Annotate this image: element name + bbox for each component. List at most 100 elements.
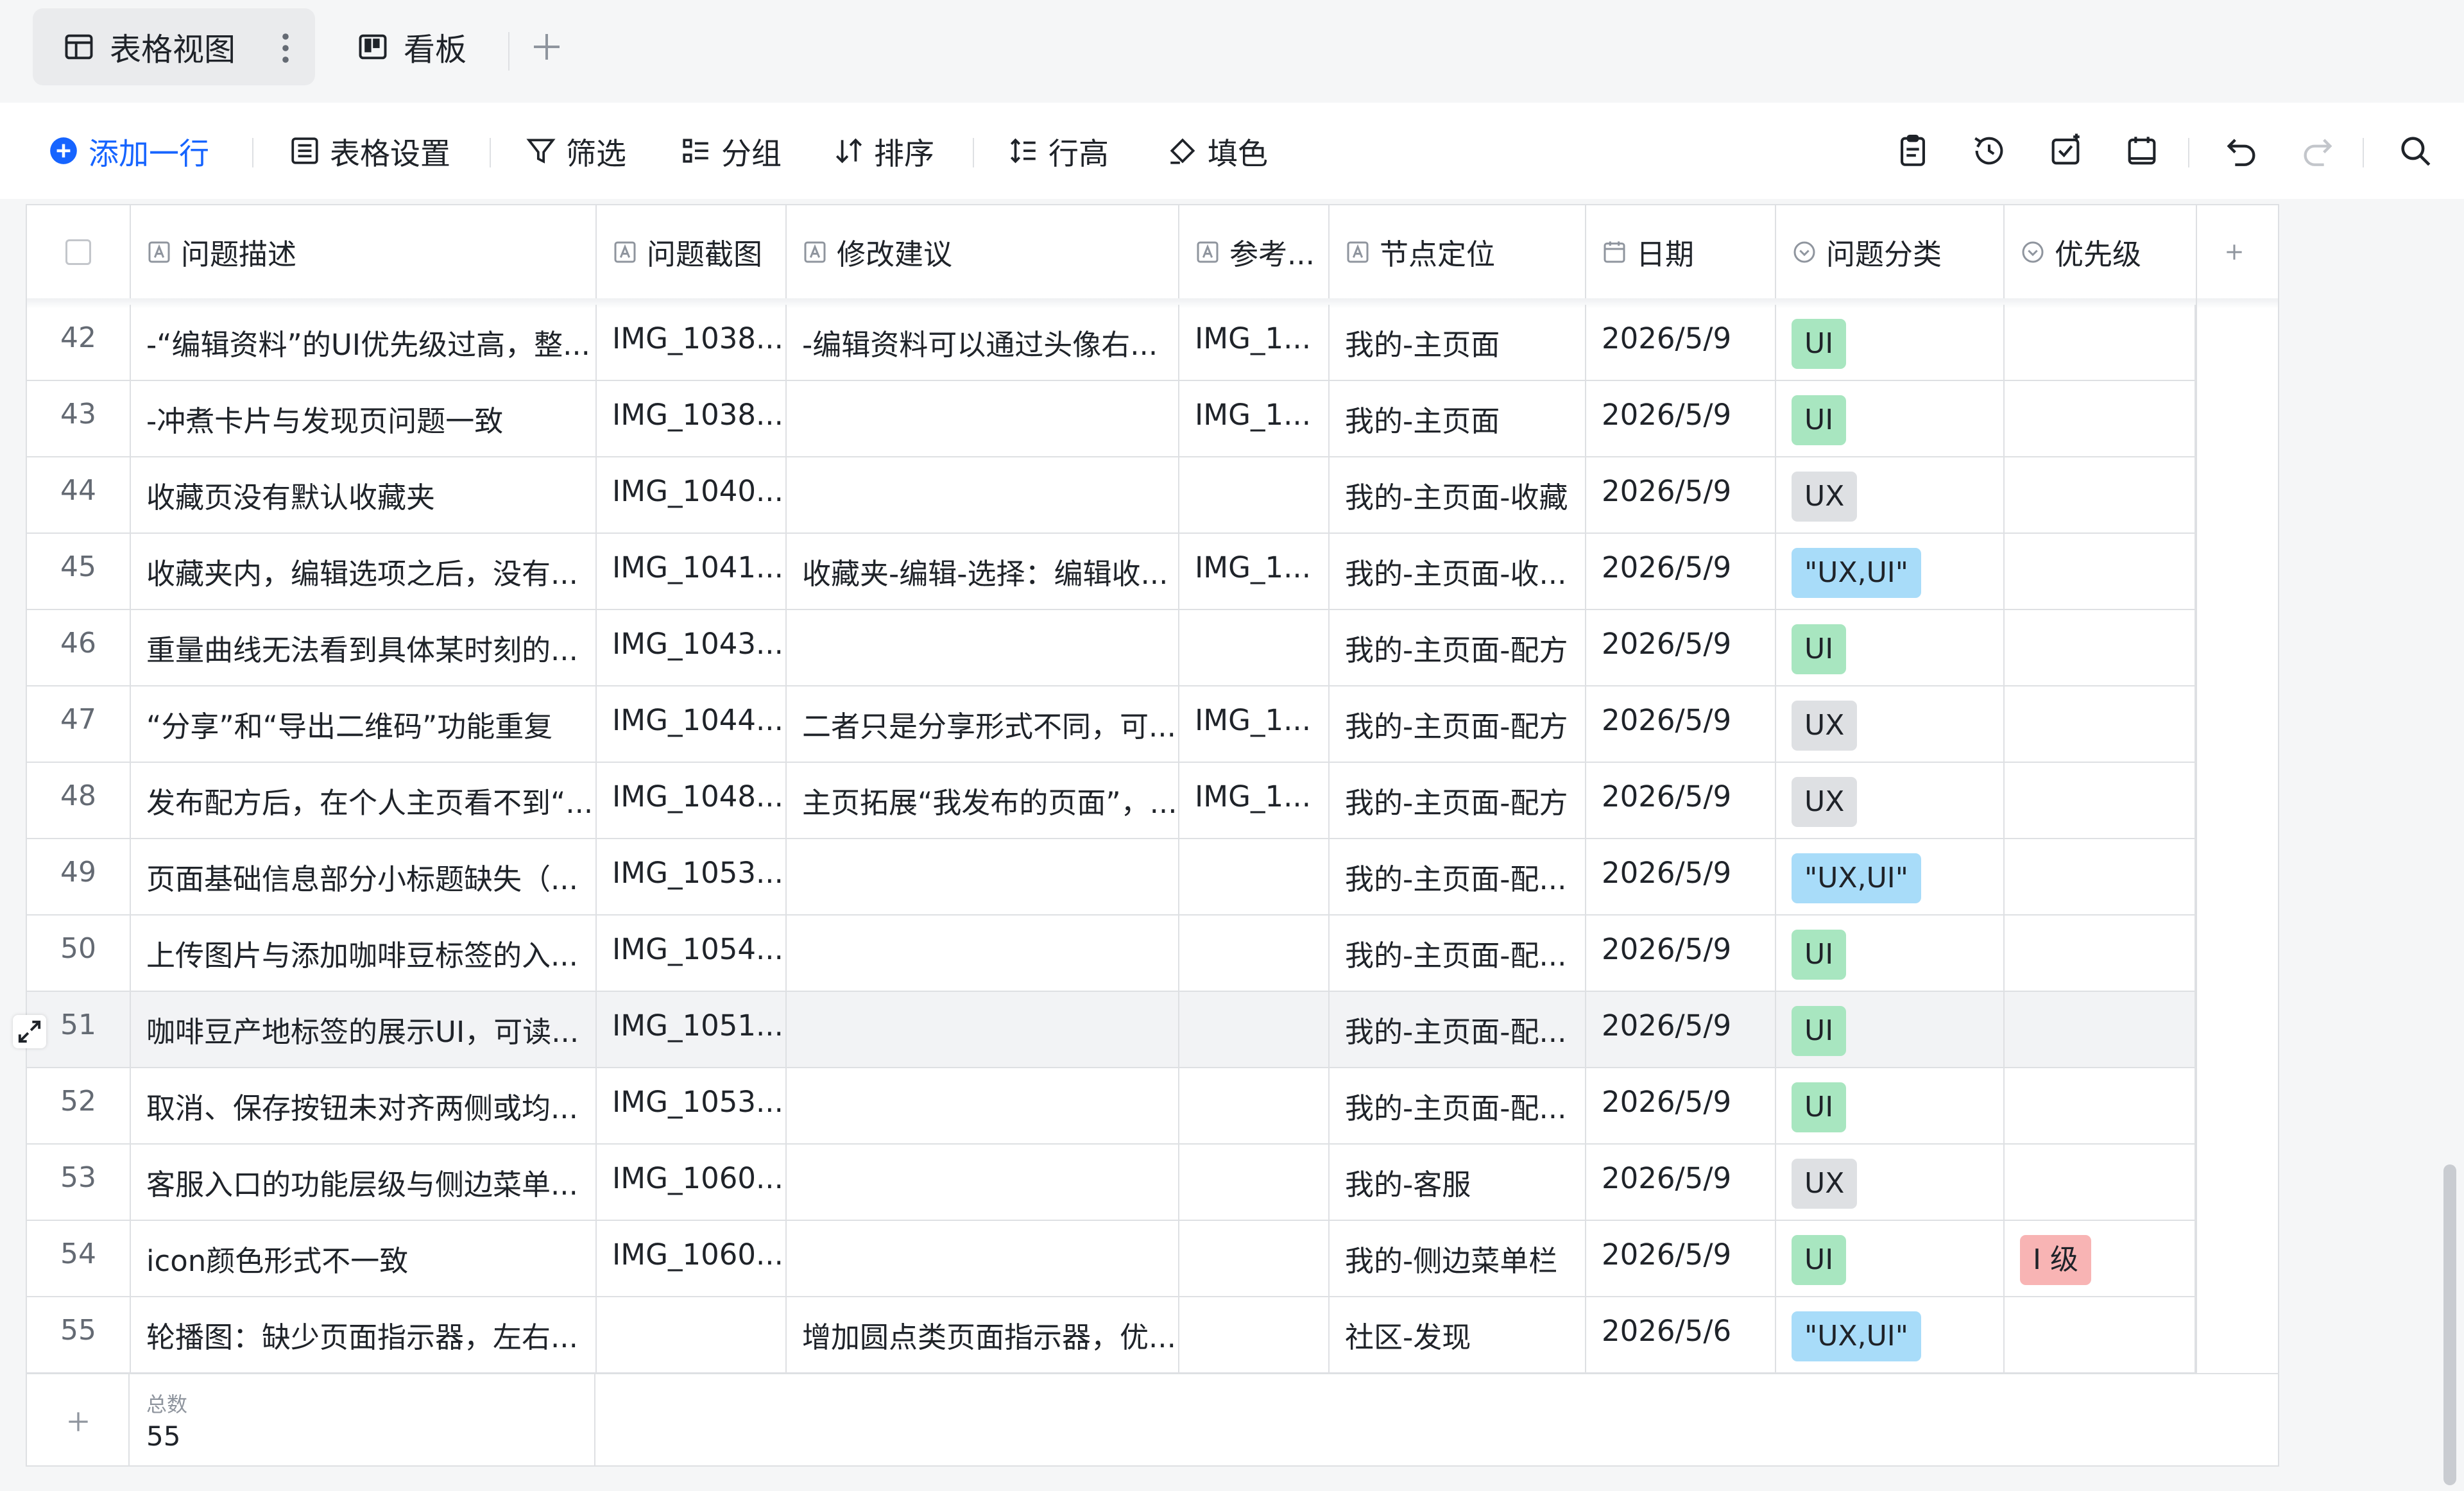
cell-reference[interactable] (1179, 610, 1330, 685)
cell-reference[interactable] (1179, 1145, 1330, 1220)
cell-screenshot[interactable]: IMG_1044... (597, 686, 787, 762)
cell-description[interactable]: 重量曲线无法看到具体某时刻的... (131, 610, 597, 685)
tab-table-view[interactable]: 表格视图 (33, 8, 315, 85)
cell-description[interactable]: 轮播图：缺少页面指示器，左右... (131, 1297, 597, 1372)
cell-priority[interactable] (2005, 992, 2196, 1067)
check-task-icon[interactable] (2047, 132, 2084, 169)
more-options-icon[interactable] (282, 33, 289, 64)
add-row-footer-button[interactable] (27, 1374, 130, 1465)
cell-suggestion[interactable]: -编辑资料可以通过头像右... (787, 305, 1179, 380)
cell-node[interactable]: 我的-主页面-收... (1330, 534, 1586, 609)
table-row[interactable]: 49 页面基础信息部分小标题缺失（... IMG_1053... 我的-主页面-配..… (27, 839, 2196, 916)
table-row[interactable]: 53 客服入口的功能层级与侧边菜单... IMG_1060... 我的-客服 2026/… (27, 1145, 2196, 1221)
cell-node[interactable]: 我的-主页面-配... (1330, 1068, 1586, 1143)
cell-description[interactable]: 上传图片与添加咖啡豆标签的入... (131, 916, 597, 991)
row-number[interactable]: 44 (27, 457, 131, 532)
cell-date[interactable]: 2026/5/9 (1586, 1221, 1776, 1296)
table-row[interactable]: 51 咖啡豆产地标签的展示UI，可读... IMG_1051... 我的-主页面-配.… (27, 992, 2196, 1068)
column-header-reference[interactable]: 参考... (1179, 205, 1330, 298)
cell-category[interactable]: "UX,UI" (1776, 839, 2005, 914)
select-all-checkbox[interactable] (65, 239, 91, 265)
cell-screenshot[interactable] (597, 1297, 787, 1372)
cell-description[interactable]: 发布配方后，在个人主页看不到“... (131, 763, 597, 838)
cell-category[interactable]: UX (1776, 763, 2005, 838)
row-number[interactable]: 43 (27, 381, 131, 456)
cell-node[interactable]: 我的-客服 (1330, 1145, 1586, 1220)
cell-description[interactable]: icon颜色形式不一致 (131, 1221, 597, 1296)
cell-screenshot[interactable]: IMG_1053... (597, 1068, 787, 1143)
cell-description[interactable]: 页面基础信息部分小标题缺失（... (131, 839, 597, 914)
cell-description[interactable]: 咖啡豆产地标签的展示UI，可读... (131, 992, 597, 1067)
cell-description[interactable]: 客服入口的功能层级与侧边菜单... (131, 1145, 597, 1220)
redo-icon[interactable] (2299, 132, 2336, 169)
table-row[interactable]: 55 轮播图：缺少页面指示器，左右... 增加圆点类页面指示器，优... 社区-发现 2… (27, 1297, 2196, 1374)
table-row[interactable]: 48 发布配方后，在个人主页看不到“... IMG_1048... 主页拓展“我发布的… (27, 763, 2196, 839)
cell-node[interactable]: 我的-主页面 (1330, 305, 1586, 380)
cell-suggestion[interactable]: 主页拓展“我发布的页面”，... (787, 763, 1179, 838)
cell-date[interactable]: 2026/5/9 (1586, 534, 1776, 609)
cell-description[interactable]: “分享”和“导出二维码”功能重复 (131, 686, 597, 762)
add-view-icon[interactable] (527, 28, 566, 66)
cell-date[interactable]: 2026/5/9 (1586, 610, 1776, 685)
cell-suggestion[interactable] (787, 457, 1179, 532)
row-number[interactable]: 54 (27, 1221, 131, 1296)
table-row[interactable]: 52 取消、保存按钮未对齐两侧或均... IMG_1053... 我的-主页面-配..… (27, 1068, 2196, 1145)
row-number[interactable]: 47 (27, 686, 131, 762)
cell-suggestion[interactable] (787, 916, 1179, 991)
cell-node[interactable]: 我的-主页面-配... (1330, 916, 1586, 991)
tab-kanban[interactable]: 看板 (350, 8, 504, 85)
table-settings-button[interactable]: 表格设置 (289, 132, 450, 172)
cell-category[interactable]: UX (1776, 686, 2005, 762)
undo-icon[interactable] (2223, 132, 2260, 169)
row-number[interactable]: 46 (27, 610, 131, 685)
cell-screenshot[interactable]: IMG_1041... (597, 534, 787, 609)
cell-date[interactable]: 2026/5/9 (1586, 305, 1776, 380)
cell-priority[interactable] (2005, 916, 2196, 991)
search-icon[interactable] (2397, 132, 2434, 169)
cell-screenshot[interactable]: IMG_1038... (597, 381, 787, 456)
group-button[interactable]: 分组 (680, 132, 782, 172)
cell-node[interactable]: 我的-主页面-配方 (1330, 763, 1586, 838)
cell-reference[interactable]: IMG_1... (1179, 305, 1330, 380)
cell-suggestion[interactable] (787, 1145, 1179, 1220)
table-row[interactable]: 45 收藏夹内，编辑选项之后，没有... IMG_1041... 收藏夹-编辑-选择：… (27, 534, 2196, 610)
cell-date[interactable]: 2026/5/9 (1586, 457, 1776, 532)
table-row[interactable]: 50 上传图片与添加咖啡豆标签的入... IMG_1054... 我的-主页面-配..… (27, 916, 2196, 992)
cell-priority[interactable] (2005, 610, 2196, 685)
cell-screenshot[interactable]: IMG_1043... (597, 610, 787, 685)
fill-color-button[interactable]: 填色 (1167, 132, 1268, 172)
column-header-screenshot[interactable]: 问题截图 (597, 205, 787, 298)
cell-date[interactable]: 2026/5/9 (1586, 839, 1776, 914)
cell-category[interactable]: UI (1776, 381, 2005, 456)
cell-reference[interactable] (1179, 1297, 1330, 1372)
cell-priority[interactable] (2005, 457, 2196, 532)
cell-screenshot[interactable]: IMG_1038... (597, 305, 787, 380)
table-row[interactable]: 46 重量曲线无法看到具体某时刻的... IMG_1043... 我的-主页面-配方 2… (27, 610, 2196, 686)
cell-category[interactable]: UI (1776, 992, 2005, 1067)
row-number[interactable]: 55 (27, 1297, 131, 1372)
cell-node[interactable]: 我的-侧边菜单栏 (1330, 1221, 1586, 1296)
row-number[interactable]: 42 (27, 305, 131, 380)
row-height-button[interactable]: 行高 (1007, 132, 1109, 172)
cell-suggestion[interactable]: 二者只是分享形式不同，可... (787, 686, 1179, 762)
row-number[interactable]: 45 (27, 534, 131, 609)
cell-category[interactable]: UI (1776, 305, 2005, 380)
cell-suggestion[interactable] (787, 839, 1179, 914)
cell-date[interactable]: 2026/5/9 (1586, 916, 1776, 991)
cell-description[interactable]: 取消、保存按钮未对齐两侧或均... (131, 1068, 597, 1143)
sort-button[interactable]: 排序 (833, 132, 934, 172)
cell-category[interactable]: "UX,UI" (1776, 1297, 2005, 1372)
table-row[interactable]: 54 icon颜色形式不一致 IMG_1060... 我的-侧边菜单栏 2026/5/9… (27, 1221, 2196, 1297)
cell-priority[interactable] (2005, 381, 2196, 456)
cell-screenshot[interactable]: IMG_1054... (597, 916, 787, 991)
cell-date[interactable]: 2026/5/9 (1586, 1068, 1776, 1143)
cell-reference[interactable] (1179, 992, 1330, 1067)
cell-reference[interactable]: IMG_1... (1179, 686, 1330, 762)
cell-suggestion[interactable]: 增加圆点类页面指示器，优... (787, 1297, 1179, 1372)
table-row[interactable]: 44 收藏页没有默认收藏夹 IMG_1040... 我的-主页面-收藏 2026/5/9… (27, 457, 2196, 534)
cell-date[interactable]: 2026/5/9 (1586, 992, 1776, 1067)
history-icon[interactable] (1971, 132, 2008, 169)
cell-suggestion[interactable]: 收藏夹-编辑-选择：编辑收... (787, 534, 1179, 609)
cell-node[interactable]: 我的-主页面-配方 (1330, 686, 1586, 762)
cell-reference[interactable] (1179, 839, 1330, 914)
